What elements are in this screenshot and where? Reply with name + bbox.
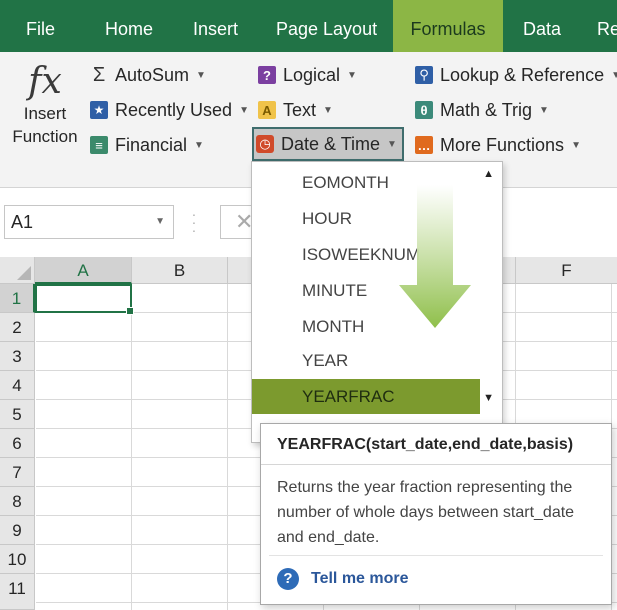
row-header-4[interactable]: 4 [0,371,35,400]
insert-function-label-line1: Insert [23,104,67,123]
financial-label: Financial [115,134,188,155]
down-arrow-icon [399,185,471,328]
row-header-8[interactable]: 8 [0,487,35,516]
column-header-b[interactable]: B [132,257,228,284]
lookup-reference-button[interactable]: ⚲ Lookup & Reference ▼ [415,60,617,90]
tab-page-layout[interactable]: Page Layout [276,0,377,52]
row-header-11[interactable]: 11 [0,574,35,610]
chevron-down-icon: ▼ [539,104,549,116]
chevron-down-icon: ▼ [571,139,581,151]
sigma-icon: Σ [92,63,106,86]
chevron-down-icon[interactable]: ▼ [155,206,165,238]
function-item-year[interactable]: YEAR [252,343,480,378]
function-tooltip: YEARFRAC(start_date,end_date,basis) Retu… [260,423,612,605]
magnifier-book-icon: ⚲ [415,66,433,84]
row-header-6[interactable]: 6 [0,429,35,458]
chevron-down-icon: ▼ [611,69,617,81]
scroll-down-icon[interactable]: ▼ [483,392,494,404]
financial-button[interactable]: ≡ Financial ▼ [90,130,204,160]
tab-formulas[interactable]: Formulas [393,0,503,52]
function-description: Returns the year fraction representing t… [277,479,575,546]
more-functions-button[interactable]: … More Functions ▼ [415,130,581,160]
recently-used-label: Recently Used [115,99,233,120]
row-header-9[interactable]: 9 [0,516,35,545]
chevron-down-icon: ▼ [239,104,249,116]
function-item-yearfrac[interactable]: YEARFRAC [252,379,480,414]
date-time-label: Date & Time [281,133,381,154]
text-a-icon: A [258,101,276,119]
select-all-button[interactable] [0,257,35,284]
star-icon: ★ [90,101,108,119]
insert-function-button[interactable]: fx Insert Function [0,62,90,148]
row-header-2[interactable]: 2 [0,313,35,342]
tab-data[interactable]: Data [523,0,561,52]
help-question-icon: ? [277,568,299,590]
logical-label: Logical [283,64,341,85]
lookup-reference-label: Lookup & Reference [440,64,605,85]
chevron-down-icon: ▼ [347,69,357,81]
ellipsis-book-icon: … [415,136,433,154]
more-functions-label: More Functions [440,134,565,155]
text-button[interactable]: A Text ▼ [258,95,333,125]
function-syntax: YEARFRAC(start_date,end_date,basis) [277,436,574,453]
name-box-value: A1 [11,212,34,232]
autosum-label: AutoSum [115,64,190,85]
ribbon-tab-bar: File Home Insert Page Layout Formulas Da… [0,0,617,52]
tab-home[interactable]: Home [105,0,153,52]
name-box[interactable]: A1 ▼ [4,205,174,239]
formula-bar-grip[interactable]: · · · [190,207,198,237]
insert-function-label-line2: Function [12,127,78,146]
financial-book-icon: ≡ [90,136,108,154]
date-time-button[interactable]: ◷ Date & Time ▼ [252,127,404,161]
chevron-down-icon: ▼ [387,138,397,150]
chevron-down-icon: ▼ [196,69,206,81]
chevron-down-icon: ▼ [323,104,333,116]
tab-file[interactable]: File [26,0,55,52]
chevron-down-icon: ▼ [194,139,204,151]
fx-icon: fx [28,61,62,102]
column-header-f[interactable]: F [516,257,617,284]
active-cell-a1[interactable] [35,284,134,315]
tooltip-divider [261,464,611,465]
recently-used-button[interactable]: ★ Recently Used ▼ [90,95,249,125]
question-book-icon: ? [258,66,276,84]
tab-review-partial[interactable]: Re [597,0,617,52]
math-trig-button[interactable]: θ Math & Trig ▼ [415,95,549,125]
row-header-1[interactable]: 1 [0,284,35,313]
math-trig-label: Math & Trig [440,99,533,120]
autosum-button[interactable]: Σ AutoSum ▼ [90,60,206,90]
tooltip-divider [269,555,603,556]
row-header-3[interactable]: 3 [0,342,35,371]
row-header-7[interactable]: 7 [0,458,35,487]
logical-button[interactable]: ? Logical ▼ [258,60,357,90]
tell-me-more-label: Tell me more [311,570,409,587]
row-header-10[interactable]: 10 [0,545,35,574]
column-header-a[interactable]: A [35,257,132,284]
theta-book-icon: θ [415,101,433,119]
scroll-up-icon[interactable]: ▲ [483,168,494,180]
tab-insert[interactable]: Insert [193,0,238,52]
clock-icon: ◷ [256,135,274,153]
text-label: Text [283,99,317,120]
row-header-5[interactable]: 5 [0,400,35,429]
tell-me-more-link[interactable]: ? Tell me more [277,568,409,590]
